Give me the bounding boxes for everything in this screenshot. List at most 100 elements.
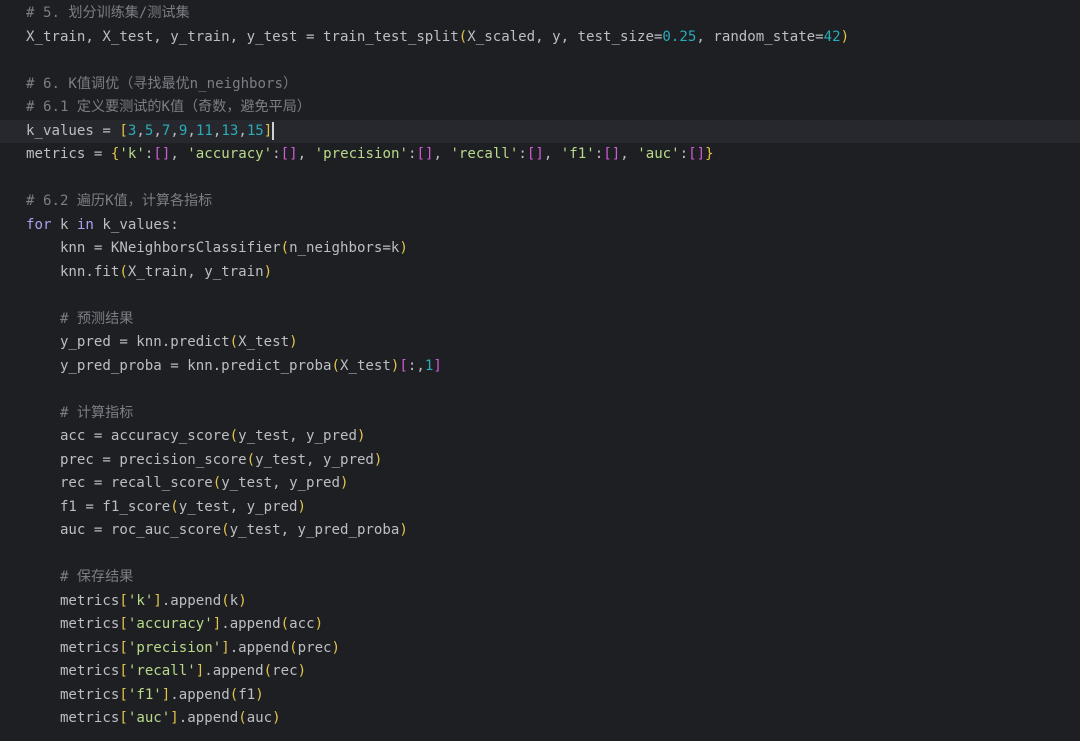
code-line[interactable]: # 计算指标 [0, 402, 1080, 426]
code-bracket: ( [119, 263, 128, 280]
code-line[interactable]: metrics = {'k':[], 'accuracy':[], 'preci… [0, 143, 1080, 167]
code-bracket: [ [119, 663, 128, 679]
code-line[interactable] [0, 378, 1080, 402]
code-token: y_test, y_pred [221, 475, 340, 491]
code-line[interactable]: # 5. 划分训练集/测试集 [0, 2, 1080, 26]
code-token: : [679, 146, 689, 162]
code-string: 'accuracy' [187, 146, 273, 162]
code-line[interactable]: for k in k_values: [0, 214, 1080, 238]
code-token: metrics [26, 616, 120, 632]
code-token: X_test [238, 334, 290, 350]
code-line[interactable] [0, 543, 1080, 567]
code-line[interactable]: y_pred = knn.predict(X_test) [0, 331, 1080, 355]
code-line[interactable]: auc = roc_auc_score(y_test, y_pred_proba… [0, 519, 1080, 543]
code-line[interactable]: f1 = f1_score(y_test, y_pred) [0, 496, 1080, 520]
code-token: , [170, 122, 179, 139]
code-token: prec [297, 639, 332, 656]
code-line[interactable] [0, 284, 1080, 308]
code-line[interactable]: # 6.2 遍历K值，计算各指标 [0, 190, 1080, 214]
code-bracket: [] [416, 146, 434, 162]
code-token: X_scaled, y, test_size= [467, 28, 663, 45]
code-line[interactable] [0, 49, 1080, 73]
code-string: 'recall' [127, 663, 196, 679]
code-bracket: ( [246, 451, 256, 468]
code-line[interactable]: # 6. K值调优（寻找最优n_neighbors） [0, 73, 1080, 97]
code-token: X_train, y_train [127, 263, 264, 280]
code-bracket: ( [221, 592, 230, 609]
code-token: auc [246, 710, 273, 726]
code-token: f1 [238, 686, 256, 703]
code-line[interactable]: y_pred_proba = knn.predict_proba(X_test)… [0, 355, 1080, 379]
code-line[interactable]: X_train, X_test, y_train, y_test = train… [0, 26, 1080, 50]
code-bracket: ) [272, 710, 281, 726]
code-line[interactable] [0, 167, 1080, 191]
code-token: , [620, 146, 638, 162]
code-bracket: ( [229, 428, 239, 444]
code-token: .append [204, 663, 264, 679]
code-token: : [272, 146, 281, 162]
code-token: .append [170, 686, 230, 703]
code-bracket: [] [526, 146, 544, 162]
code-line[interactable]: # 保存结果 [0, 566, 1080, 590]
code-string: 'auc' [127, 710, 171, 726]
code-token: y_test, y_pred_proba [229, 522, 400, 538]
code-token: metrics [26, 686, 120, 703]
code-bracket: [] [688, 146, 706, 162]
code-comment: # 计算指标 [26, 404, 134, 421]
code-number: 42 [823, 28, 841, 45]
code-bracket: ( [238, 710, 247, 726]
code-bracket: [ [119, 122, 128, 139]
code-comment: # 保存结果 [26, 569, 134, 585]
code-bracket: ] [263, 122, 273, 139]
code-bracket: ) [297, 663, 307, 679]
code-line[interactable]: acc = accuracy_score(y_test, y_pred) [0, 425, 1080, 449]
code-bracket: ) [840, 28, 850, 45]
code-line[interactable]: metrics['recall'].append(rec) [0, 660, 1080, 684]
code-comment: # 6.2 遍历K值，计算各指标 [26, 193, 213, 209]
code-line[interactable]: metrics['accuracy'].append(acc) [0, 613, 1080, 637]
code-token: , [433, 146, 451, 162]
code-area[interactable]: # 5. 划分训练集/测试集 X_train, X_test, y_train, … [0, 2, 1080, 731]
code-line[interactable]: knn = KNeighborsClassifier(n_neighbors=k… [0, 237, 1080, 261]
code-line[interactable]: k_values = [3,5,7,9,11,13,15] [0, 119, 1080, 143]
code-number: 15 [246, 122, 264, 139]
code-line[interactable]: rec = recall_score(y_test, y_pred) [0, 472, 1080, 496]
code-token: X_train, X_test, y_train, y_test = train… [26, 28, 459, 45]
code-line[interactable]: metrics['auc'].append(auc) [0, 707, 1080, 731]
code-number: 0.25 [662, 28, 697, 45]
code-bracket: ( [289, 639, 298, 656]
code-editor[interactable]: # 5. 划分训练集/测试集 X_train, X_test, y_train, … [0, 0, 1080, 741]
code-line[interactable]: metrics['f1'].append(f1) [0, 684, 1080, 708]
code-line[interactable]: metrics['k'].append(k) [0, 590, 1080, 614]
code-bracket: ] [212, 616, 222, 632]
code-bracket: ) [331, 639, 341, 656]
code-bracket: ] [195, 663, 205, 679]
code-token: .append [229, 639, 290, 656]
code-line[interactable]: prec = precision_score(y_test, y_pred) [0, 449, 1080, 473]
code-token: acc = accuracy_score [26, 428, 230, 444]
code-line[interactable]: # 预测结果 [0, 308, 1080, 332]
code-bracket: [ [119, 616, 128, 632]
code-keyword: in [76, 216, 94, 233]
code-token: f1 = f1_score [26, 498, 171, 515]
code-token: y_pred_proba = knn.predict_proba [26, 357, 332, 374]
code-token: , random_state= [696, 28, 824, 45]
code-bracket: [ [399, 357, 408, 374]
code-line[interactable]: metrics['precision'].append(prec) [0, 637, 1080, 661]
code-token: X_test [339, 357, 391, 374]
code-bracket: ) [399, 522, 408, 538]
code-comment: # 6. K值调优（寻找最优n_neighbors） [26, 75, 298, 92]
code-number: 13 [221, 122, 239, 139]
code-bracket: [ [119, 710, 128, 726]
code-bracket: ) [356, 428, 366, 444]
code-bracket: ( [331, 357, 340, 374]
code-bracket: ( [212, 475, 222, 491]
code-string: 'k' [127, 592, 154, 609]
code-bracket: ) [255, 686, 264, 703]
code-line[interactable]: knn.fit(X_train, y_train) [0, 261, 1080, 285]
code-line[interactable]: # 6.1 定义要测试的K值（奇数，避免平局） [0, 96, 1080, 120]
code-string: 'recall' [450, 146, 519, 162]
code-token: y_test, y_pred [178, 498, 298, 515]
text-caret [272, 121, 275, 140]
code-token: .append [221, 616, 281, 632]
